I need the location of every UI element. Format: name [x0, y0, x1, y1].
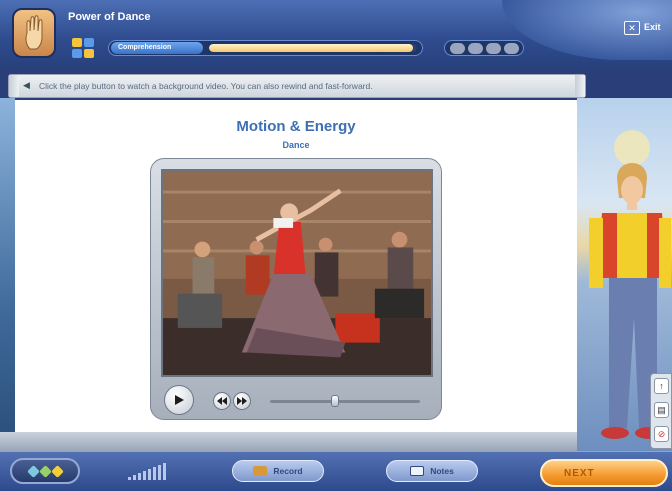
module-title: Power of Dance — [68, 11, 151, 23]
player-controls — [155, 381, 439, 415]
exit-button[interactable]: Exit — [644, 22, 661, 32]
left-decoration — [0, 98, 15, 451]
video-scrubber-track[interactable] — [270, 400, 420, 403]
content-bottom-strip — [0, 432, 578, 451]
fast-forward-button[interactable] — [233, 392, 251, 410]
notes-icon — [410, 466, 425, 476]
tools-icon — [38, 464, 52, 478]
next-button[interactable]: NEXT — [540, 459, 668, 487]
step-pill[interactable] — [449, 42, 465, 54]
content-subtitle: Dance — [282, 140, 310, 150]
tools-button[interactable] — [10, 458, 80, 484]
video-screen[interactable] — [161, 169, 433, 377]
tools-icon — [26, 464, 40, 478]
play-icon — [175, 395, 184, 405]
record-icon — [253, 466, 268, 476]
instruction-bar: ◀ Click the play button to watch a backg… — [8, 74, 586, 98]
bottom-toolbar: Record Notes NEXT — [0, 451, 672, 491]
volume-icon[interactable] — [128, 462, 188, 480]
play-button[interactable] — [164, 385, 194, 415]
hand-icon — [12, 8, 56, 58]
side-toolbar: ↑ ▤ ⊘ — [650, 373, 672, 449]
rewind-icon — [217, 397, 227, 405]
step-pill[interactable] — [485, 42, 501, 54]
video-player — [150, 158, 442, 420]
video-scrubber-thumb[interactable] — [330, 395, 339, 407]
progress-bar — [209, 44, 417, 52]
notes-button[interactable]: Notes — [386, 460, 478, 482]
exit-icon[interactable]: ✕ — [624, 21, 640, 35]
grid-icon[interactable] — [72, 38, 98, 60]
notes-label: Notes — [430, 466, 454, 476]
instruction-cap-left — [9, 75, 19, 97]
header-bar: Power of Dance Comprehension ✕ Exit — [0, 0, 672, 70]
rewind-button[interactable] — [213, 392, 231, 410]
dance-video-frame — [163, 171, 431, 375]
progress-label: Comprehension — [111, 42, 203, 54]
print-icon[interactable]: ▤ — [654, 402, 669, 418]
fast-forward-icon — [237, 397, 247, 405]
content-title: Motion & Energy — [236, 118, 356, 135]
instruction-text: Click the play button to watch a backgro… — [39, 81, 373, 91]
progress-fill — [209, 44, 413, 52]
step-pill[interactable] — [467, 42, 483, 54]
step-pills — [444, 40, 524, 56]
progress-indicator: Comprehension — [108, 40, 423, 56]
instruction-cap-right — [575, 75, 585, 97]
arrow-up-icon[interactable]: ↑ — [654, 378, 669, 394]
step-pill[interactable] — [503, 42, 519, 54]
tools-icon — [50, 464, 64, 478]
speaker-arrow-icon[interactable]: ◀ — [23, 80, 30, 91]
stop-icon[interactable]: ⊘ — [654, 426, 669, 442]
record-button[interactable]: Record — [232, 460, 324, 482]
record-label: Record — [273, 466, 303, 476]
